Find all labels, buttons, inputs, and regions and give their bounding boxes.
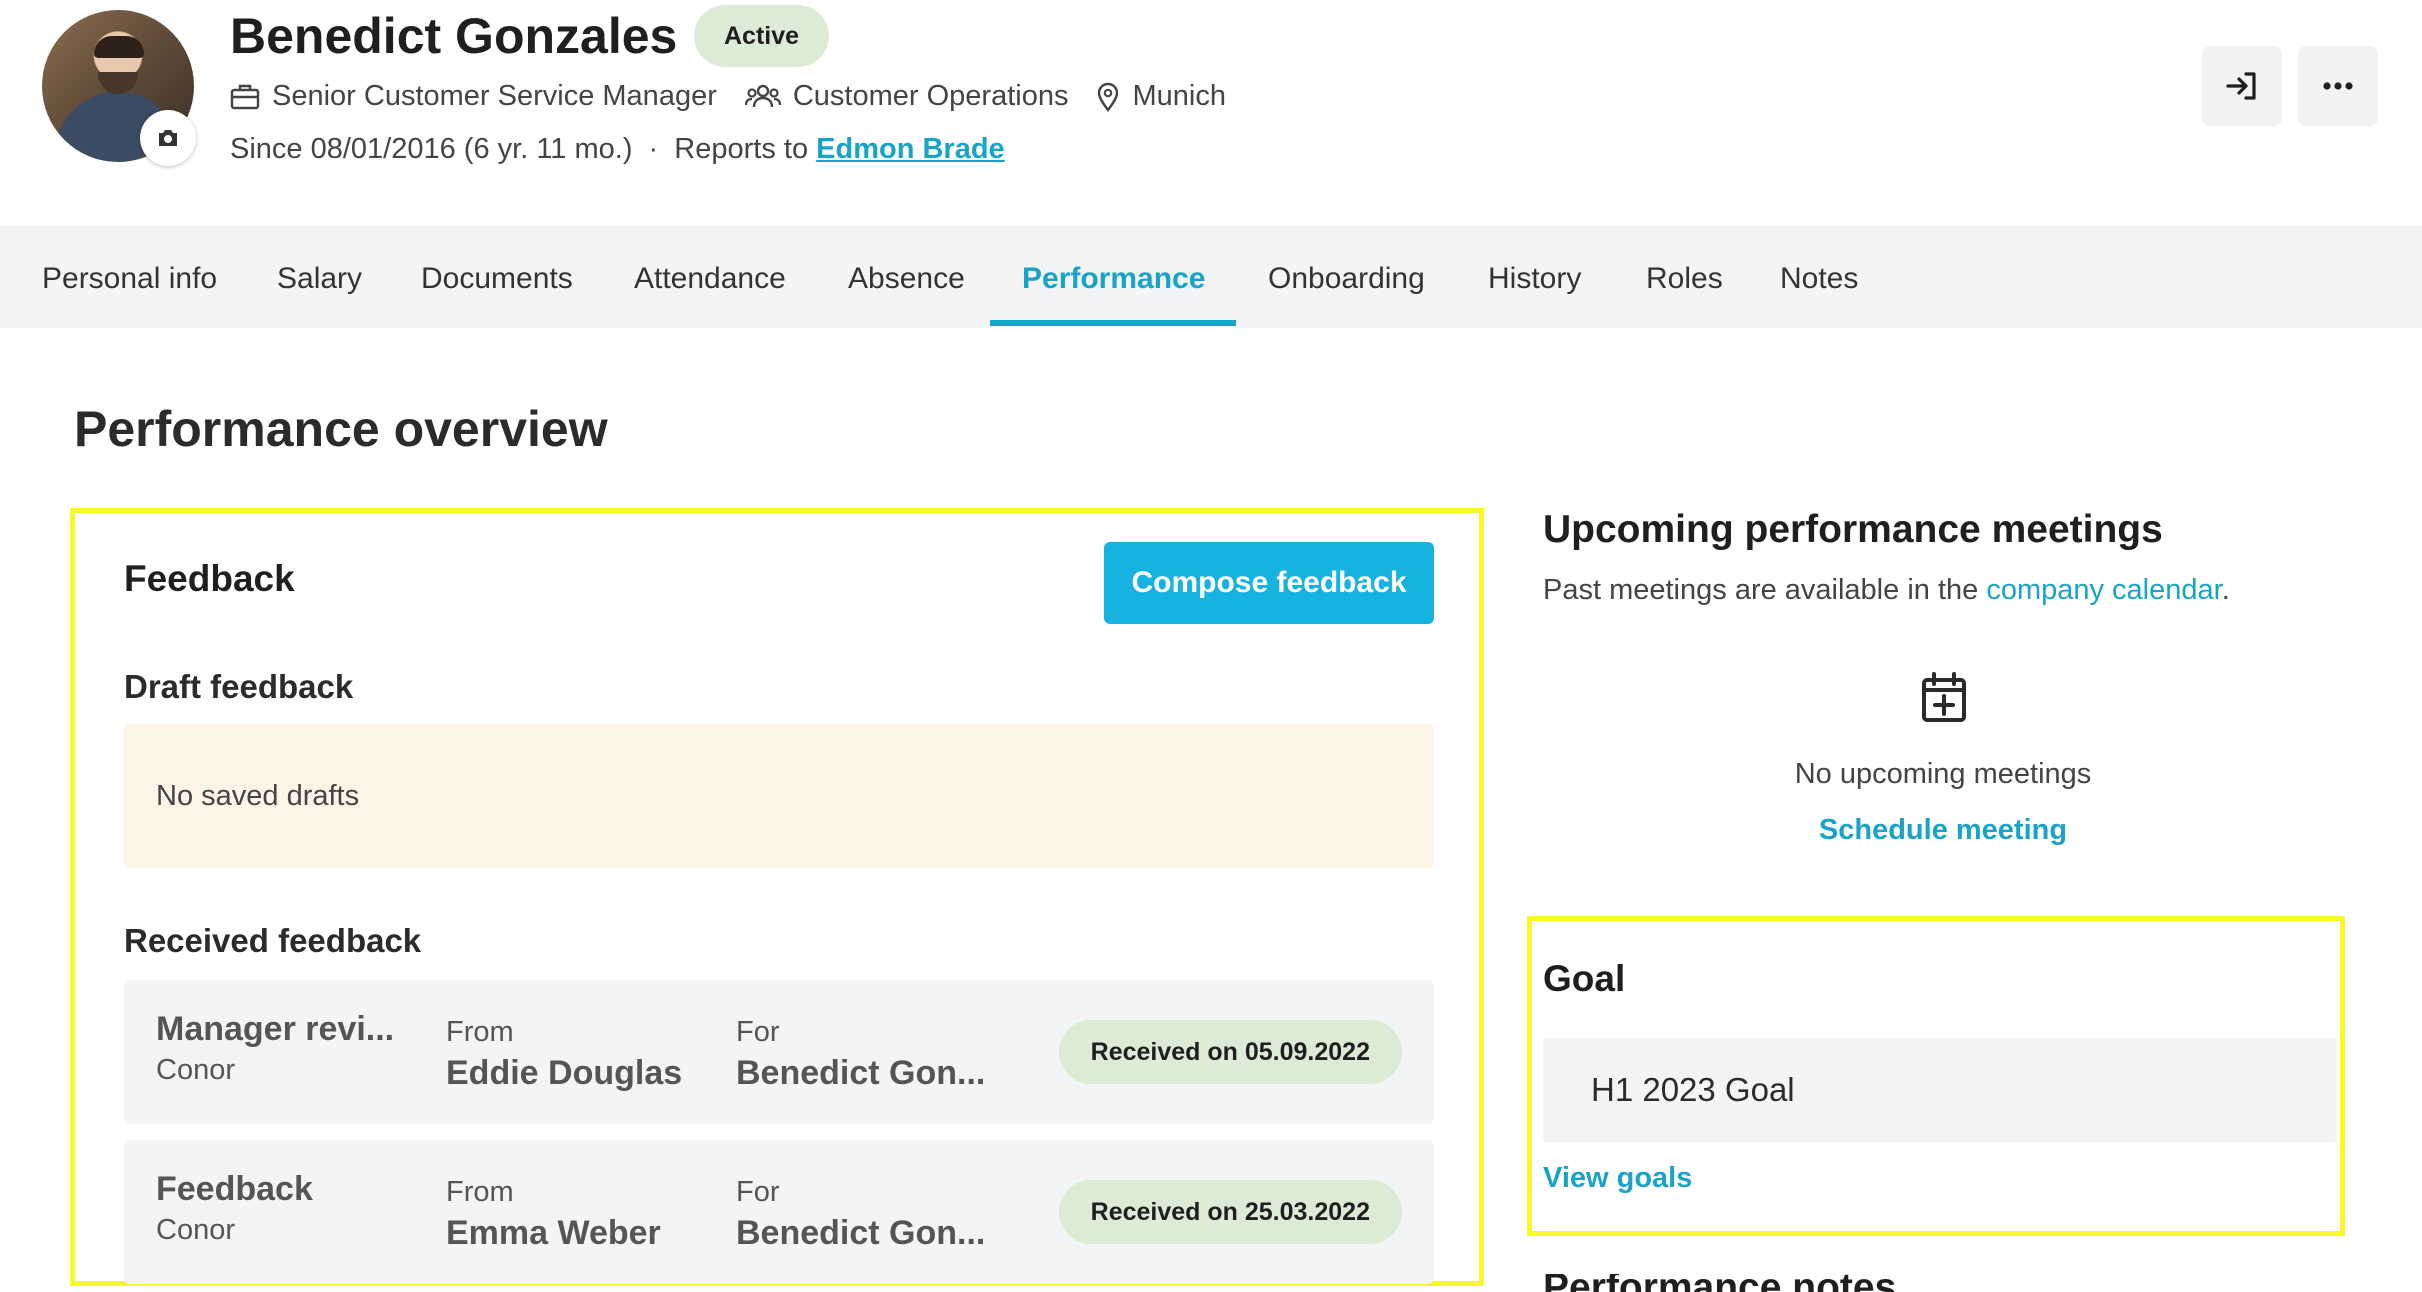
tab-salary[interactable]: Salary [277, 226, 362, 328]
feedback-row[interactable]: Feedback Conor From Emma Weber For Bened… [124, 1140, 1434, 1284]
camera-icon [159, 130, 177, 146]
tab-documents[interactable]: Documents [421, 226, 573, 328]
job-title: Senior Customer Service Manager [272, 80, 717, 112]
change-photo-button[interactable] [140, 110, 196, 166]
from-label: From [446, 1176, 514, 1208]
company-calendar-link[interactable]: company calendar [1986, 574, 2221, 606]
reports-to-link[interactable]: Edmon Brade [816, 133, 1005, 165]
tab-notes[interactable]: Notes [1780, 226, 1858, 328]
for-label: For [736, 1016, 780, 1048]
since-text: Since 08/01/2016 (6 yr. 11 mo.) [230, 133, 633, 165]
page-title: Performance overview [74, 401, 608, 457]
meetings-title: Upcoming performance meetings [1543, 508, 2163, 551]
location: Munich [1132, 80, 1226, 112]
employee-meta: Senior Customer Service Manager Customer… [230, 80, 1254, 113]
employee-name: Benedict Gonzales [230, 8, 678, 64]
more-horizontal-icon [2323, 82, 2353, 90]
received-badge: Received on 25.03.2022 [1058, 1180, 1402, 1244]
draft-feedback-title: Draft feedback [124, 668, 354, 705]
feedback-title: Feedback [124, 558, 295, 599]
separator: · [648, 133, 659, 165]
for-name: Benedict Gon... [736, 1054, 986, 1092]
tab-history[interactable]: History [1488, 226, 1581, 328]
drafts-empty-state: No saved drafts [124, 724, 1434, 868]
performance-notes-title-text: Performance notes [1543, 1274, 1896, 1292]
tab-performance[interactable]: Performance [1022, 226, 1205, 328]
meetings-sub-suffix: . [2221, 574, 2230, 606]
meetings-subtitle: Past meetings are available in the compa… [1543, 574, 2230, 607]
no-meetings-text: No upcoming meetings [1794, 758, 2092, 790]
meetings-sub-prefix: Past meetings are available in the [1543, 574, 1979, 606]
people-icon [744, 84, 781, 107]
department-item: Customer Operations [744, 80, 1069, 113]
goal-item[interactable]: H1 2023 Goal [1543, 1038, 2337, 1142]
compose-feedback-button[interactable]: Compose feedback [1104, 542, 1434, 624]
goal-item-label: H1 2023 Goal [1591, 1071, 1795, 1108]
tab-attendance[interactable]: Attendance [634, 226, 786, 328]
briefcase-icon [230, 84, 260, 109]
for-label: For [736, 1176, 780, 1208]
received-feedback-title: Received feedback [124, 922, 422, 959]
job-title-item: Senior Customer Service Manager [230, 80, 717, 113]
feedback-cycle: Conor [156, 1214, 235, 1246]
reports-to-label: Reports to [674, 133, 809, 165]
received-badge: Received on 05.09.2022 [1058, 1020, 1402, 1084]
tenure-line: Since 08/01/2016 (6 yr. 11 mo.) · Report… [230, 133, 1005, 166]
tab-onboarding[interactable]: Onboarding [1268, 226, 1425, 328]
tab-roles[interactable]: Roles [1646, 226, 1723, 328]
for-name: Benedict Gon... [736, 1214, 986, 1252]
active-tab-indicator [990, 320, 1236, 326]
login-as-button[interactable] [2202, 46, 2282, 126]
status-badge: Active [694, 5, 830, 67]
feedback-row[interactable]: Manager revi... Conor From Eddie Douglas… [124, 980, 1434, 1124]
department: Customer Operations [792, 80, 1069, 112]
location-pin-icon [1098, 82, 1119, 112]
view-goals-link[interactable]: View goals [1543, 1162, 1692, 1195]
sign-in-icon [2226, 72, 2256, 100]
performance-notes-title: Performance notes [1543, 1274, 1896, 1292]
feedback-cycle: Conor [156, 1054, 235, 1086]
calendar-add-icon [1920, 672, 1968, 729]
from-name: Eddie Douglas [446, 1054, 683, 1092]
from-label: From [446, 1016, 514, 1048]
location-item: Munich [1096, 80, 1226, 113]
from-name: Emma Weber [446, 1214, 661, 1252]
feedback-type: Manager revi... [156, 1010, 395, 1048]
schedule-meeting-link[interactable]: Schedule meeting [1543, 814, 2343, 847]
no-drafts-text: No saved drafts [156, 779, 360, 812]
tab-personal-info[interactable]: Personal info [42, 226, 217, 328]
more-options-button[interactable] [2298, 46, 2378, 126]
feedback-type: Feedback [156, 1170, 313, 1208]
tab-bar [0, 226, 2422, 328]
goal-title: Goal [1543, 958, 1626, 999]
tab-absence[interactable]: Absence [848, 226, 965, 328]
